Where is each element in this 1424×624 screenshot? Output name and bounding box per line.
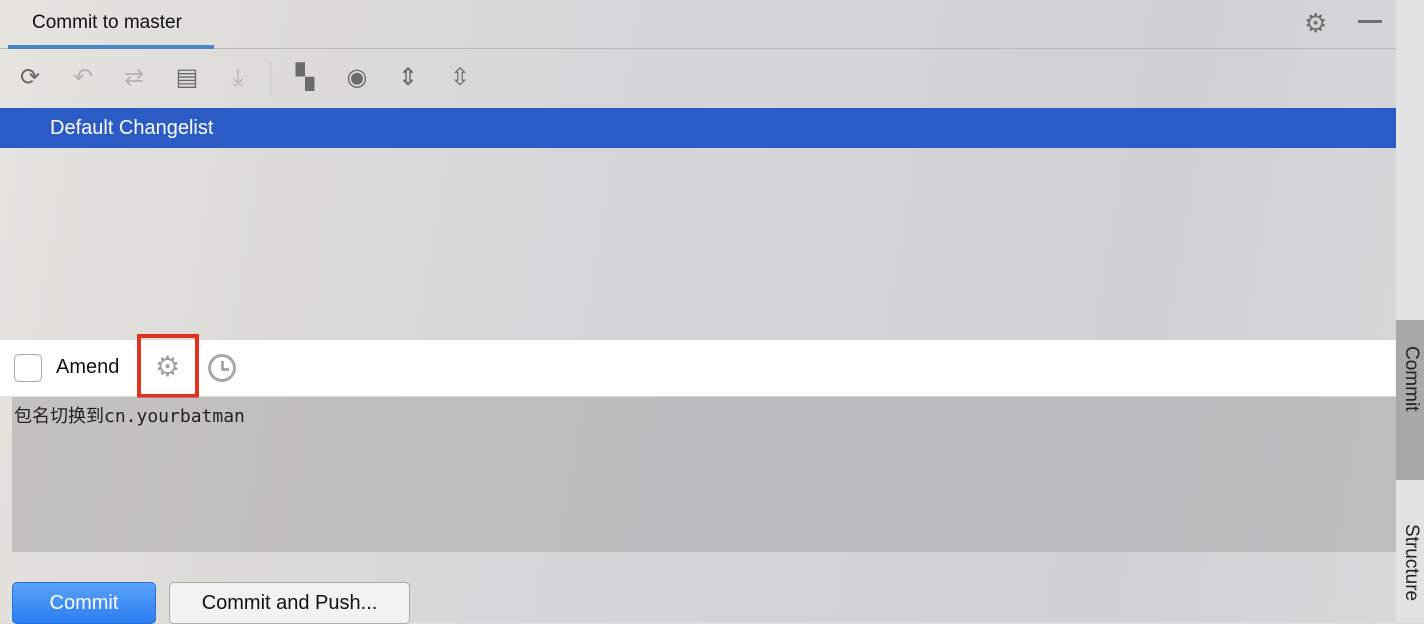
merge-icon[interactable]: ⇄: [119, 64, 149, 92]
minimize-icon[interactable]: [1358, 20, 1382, 23]
refresh-icon[interactable]: ⟳: [15, 64, 45, 92]
commit-panel: Commit to master ⚙ ⟳ ↶ ⇄ ▤ ⤓ ▚ ◉ ⇕ ⇳ Def…: [0, 0, 1396, 624]
show-diff-icon[interactable]: ▤: [172, 64, 202, 92]
update-icon[interactable]: ⤓: [223, 64, 253, 92]
toolbar: ⟳ ↶ ⇄ ▤ ⤓ ▚ ◉ ⇕ ⇳: [0, 50, 1396, 107]
rollback-icon[interactable]: ↶: [68, 64, 98, 92]
side-tool-strip: Commit Structure: [1396, 0, 1424, 622]
settings-gear-icon[interactable]: ⚙: [155, 350, 180, 383]
changelist-default[interactable]: Default Changelist: [0, 108, 1396, 148]
commit-message-input[interactable]: 包名切换到cn.yourbatman: [12, 397, 1396, 552]
commit-button[interactable]: Commit: [12, 582, 156, 624]
view-options-icon[interactable]: ◉: [342, 64, 372, 92]
expand-all-icon[interactable]: ⇕: [393, 64, 423, 92]
group-by-icon[interactable]: ▚: [290, 64, 320, 92]
toolbar-divider: [270, 62, 271, 96]
amend-bar: Amend ⚙: [0, 334, 1396, 398]
side-tab-structure[interactable]: Structure: [1400, 524, 1422, 601]
commit-and-push-button[interactable]: Commit and Push...: [169, 582, 410, 624]
side-tab-commit-label: Commit: [1401, 346, 1422, 412]
amend-checkbox[interactable]: [14, 354, 42, 382]
gear-icon[interactable]: ⚙: [1304, 8, 1327, 39]
side-tab-commit[interactable]: Commit: [1396, 320, 1424, 480]
history-clock-icon[interactable]: [208, 354, 236, 382]
amend-label[interactable]: Amend: [56, 356, 119, 379]
tab-commit-to-master[interactable]: Commit to master: [8, 0, 214, 49]
collapse-all-icon[interactable]: ⇳: [445, 64, 475, 92]
title-bar: Commit to master ⚙: [0, 0, 1396, 49]
